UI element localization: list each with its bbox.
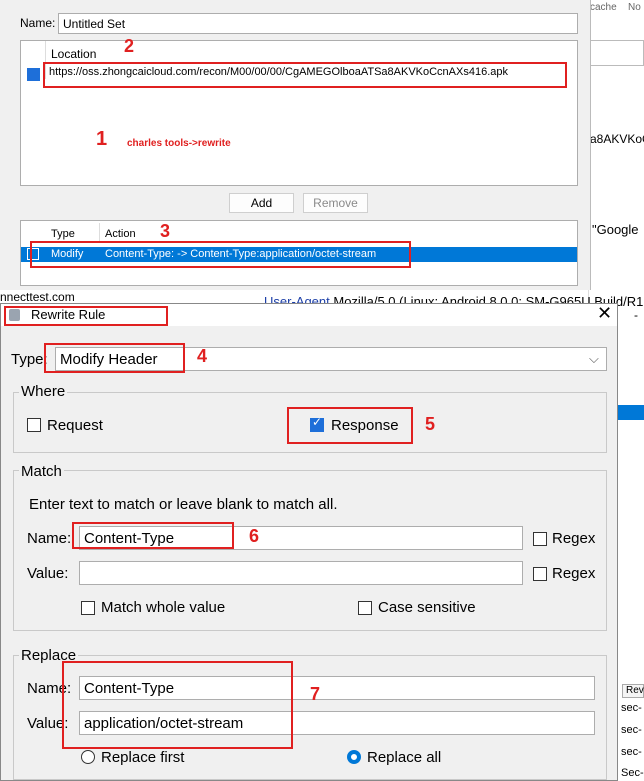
match-value-input[interactable] [79, 561, 523, 585]
where-legend: Where [19, 383, 68, 400]
match-whole-checkbox[interactable] [81, 601, 95, 615]
bg-frag-hash: a8AKVKoC [590, 132, 644, 146]
set-name-input[interactable]: Untitled Set [58, 13, 578, 34]
request-checkbox[interactable] [27, 418, 41, 432]
rules-col-type[interactable]: Type [51, 228, 75, 240]
annotation-box-replace [62, 661, 293, 749]
annotation-box-rule [30, 241, 411, 268]
set-name-label: Name: [20, 16, 56, 30]
bg-frag-dash: - [634, 308, 638, 322]
match-whole-label[interactable]: Match whole value [101, 599, 225, 616]
rules-header-divider [99, 223, 100, 243]
match-name-regex-label[interactable]: Regex [552, 530, 595, 547]
annotation-number-5: 5 [425, 414, 436, 434]
location-header[interactable]: Location [51, 47, 96, 61]
annotation-text: charles tools->rewrite [127, 138, 231, 149]
bg-toolbar-strip [588, 40, 644, 66]
replace-first-label[interactable]: Replace first [101, 749, 184, 766]
match-value-regex-label[interactable]: Regex [552, 565, 595, 582]
match-name-label: Name: [27, 530, 72, 547]
bg-rev-tab[interactable]: Rev [622, 684, 644, 698]
annotation-number-2: 2 [124, 36, 135, 56]
match-name-regex-checkbox[interactable] [533, 532, 547, 546]
add-button[interactable]: Add [229, 193, 294, 213]
annotation-box-name [72, 522, 234, 549]
annotation-number-4: 4 [197, 346, 208, 366]
match-legend: Match [19, 463, 64, 480]
bg-selection-strip [618, 405, 644, 420]
type-label: Type: [11, 351, 48, 368]
location-enabled-checkbox[interactable] [27, 68, 40, 81]
annotation-number-1: 1 [96, 128, 108, 150]
annotation-box-title [4, 306, 168, 326]
close-icon[interactable]: ✕ [597, 303, 612, 324]
bg-frag-no: No [628, 2, 641, 13]
chevron-down-icon[interactable]: ⌵ [589, 351, 599, 367]
match-value-regex-checkbox[interactable] [533, 567, 547, 581]
annotation-number-7: 7 [310, 684, 321, 704]
annotation-number-6: 6 [249, 526, 260, 546]
bg-sec-row-1: sec- [621, 702, 642, 714]
annotation-box-url [43, 62, 567, 88]
rules-col-action[interactable]: Action [105, 228, 136, 240]
annotation-box-response [287, 407, 413, 444]
case-sensitive-checkbox[interactable] [358, 601, 372, 615]
remove-button[interactable]: Remove [303, 193, 368, 213]
annotation-box-type [44, 343, 185, 373]
request-label[interactable]: Request [47, 417, 103, 434]
match-value-label: Value: [27, 565, 69, 582]
match-hint: Enter text to match or leave blank to ma… [29, 496, 338, 513]
bg-sec-row-4: Sec- [621, 767, 644, 779]
replace-all-radio[interactable] [347, 750, 361, 764]
bg-sec-row-2: sec- [621, 724, 642, 736]
bg-connecttest: nnecttest.com [0, 290, 75, 304]
bg-frag-cache: cache [590, 2, 617, 13]
replace-all-label[interactable]: Replace all [367, 749, 441, 766]
case-sensitive-label[interactable]: Case sensitive [378, 599, 476, 616]
bg-frag-google: "Google [592, 222, 639, 237]
bg-sec-row-3: sec- [621, 746, 642, 758]
replace-first-radio[interactable] [81, 750, 95, 764]
annotation-number-3: 3 [160, 221, 171, 241]
